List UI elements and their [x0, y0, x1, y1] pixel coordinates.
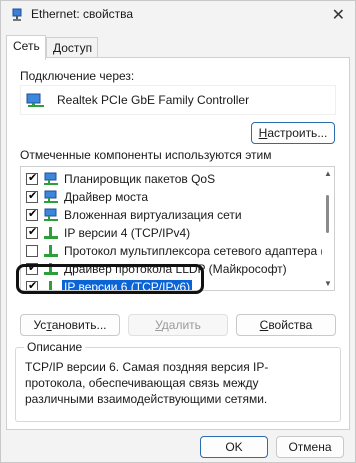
install-label-rest: ановить... [51, 318, 107, 332]
network-adapter-icon [26, 93, 44, 107]
component-checkbox[interactable] [26, 171, 38, 185]
component-checkbox[interactable] [26, 225, 38, 239]
title-bar[interactable]: Ethernet: свойства ✕ [1, 1, 355, 29]
component-label: Драйвер моста [64, 190, 149, 204]
properties-button[interactable]: Свойства [236, 314, 336, 336]
scroll-thumb[interactable] [326, 195, 329, 233]
annotation-highlight [16, 264, 204, 294]
list-scrollbar[interactable]: ▲ ▼ [322, 167, 334, 290]
adapter-name: Realtek PCIe GbE Family Controller [57, 93, 250, 107]
protocol-icon [44, 245, 58, 257]
ok-button[interactable]: OK [200, 436, 268, 458]
description-title: Описание [24, 340, 86, 354]
list-item[interactable]: IP версии 4 (TCP/IPv4) [21, 225, 321, 242]
adapter-display: Realtek PCIe GbE Family Controller [20, 85, 336, 115]
close-icon[interactable]: ✕ [332, 5, 345, 25]
list-item[interactable]: Вложенная виртуализация сети [21, 207, 321, 224]
window-title: Ethernet: свойства [31, 7, 134, 21]
properties-label-accel: С [259, 318, 269, 332]
configure-label-rest: астроить... [267, 126, 328, 140]
scroll-up-icon[interactable]: ▲ [324, 169, 332, 178]
protocol-icon [44, 227, 58, 239]
component-checkbox[interactable] [26, 245, 38, 257]
list-item[interactable]: Протокол мультиплексора сетевого адаптер… [21, 243, 334, 260]
cancel-button[interactable]: Отмена [276, 436, 344, 458]
component-label: Протокол мультиплексора сетевого адаптер… [64, 244, 335, 258]
scroll-down-icon[interactable]: ▼ [324, 279, 332, 288]
component-label: Вложенная виртуализация сети [64, 208, 242, 222]
properties-label-rest: войства [268, 318, 313, 332]
uninstall-label-accel: У [155, 318, 162, 332]
description-group: Описание TCP/IP версии 6. Самая поздняя … [15, 340, 341, 422]
list-item[interactable]: Планировщик пакетов QoS [21, 171, 321, 188]
description-text: TCP/IP версии 6. Самая поздняя версия IP… [25, 360, 269, 406]
network-adapter-icon [12, 8, 22, 21]
install-label-prefix: Ус [33, 318, 47, 332]
network-service-icon [44, 190, 58, 203]
tab-sharing[interactable]: Доступ [46, 37, 98, 59]
uninstall-button[interactable]: Удалить [128, 314, 228, 336]
uninstall-label-rest: далить [161, 318, 201, 332]
list-item[interactable]: Драйвер моста [21, 189, 321, 206]
install-button[interactable]: Установить... [20, 314, 120, 336]
configure-button[interactable]: Настроить... [251, 122, 335, 144]
component-checkbox[interactable] [26, 189, 38, 203]
component-label: IP версии 4 (TCP/IPv4) [64, 226, 191, 240]
connect-using-label: Подключение через: [20, 69, 135, 83]
properties-dialog: Ethernet: свойства ✕ Сеть Доступ Подключ… [0, 0, 356, 463]
tab-panel: Подключение через: Realtek PCIe GbE Fami… [6, 57, 350, 430]
network-service-icon [44, 208, 58, 221]
network-service-icon [44, 172, 58, 185]
component-label: Планировщик пакетов QoS [64, 172, 216, 186]
component-checkbox[interactable] [26, 207, 38, 221]
tab-network[interactable]: Сеть [6, 35, 46, 60]
